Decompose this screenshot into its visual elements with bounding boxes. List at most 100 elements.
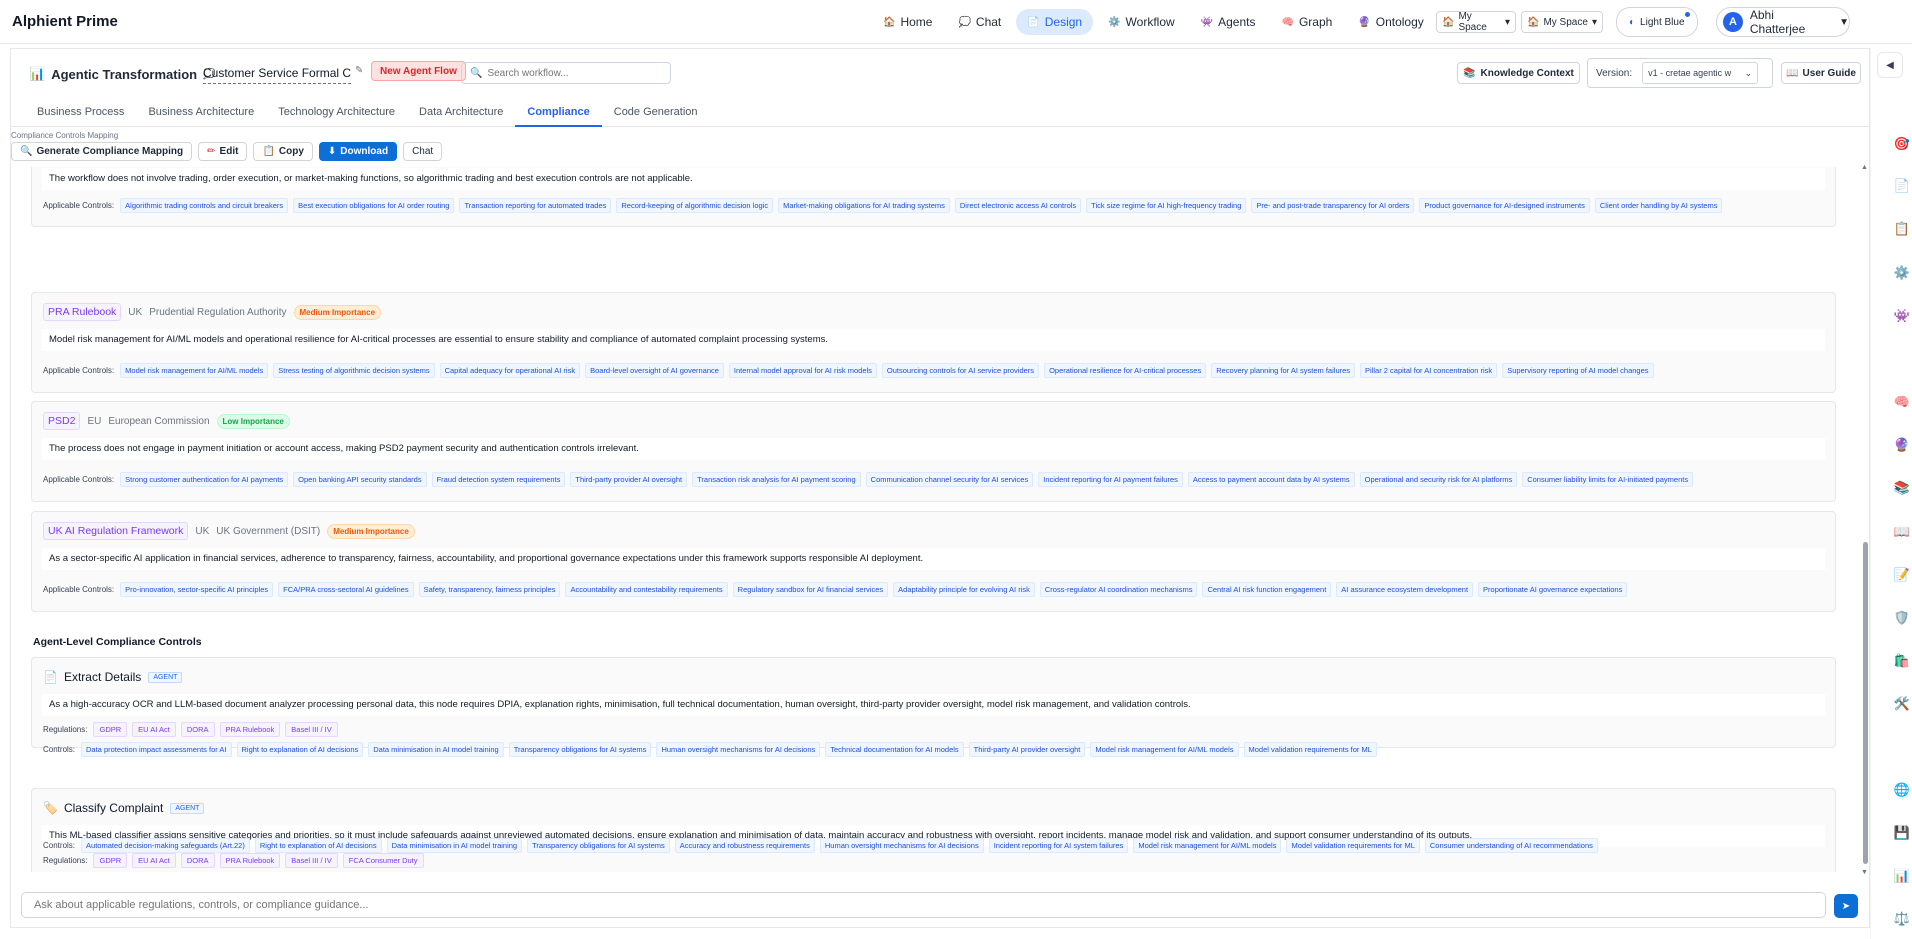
chart-icon[interactable]: 📊 [1893, 867, 1911, 885]
control-chip: Right to explanation of AI decisions [254, 838, 382, 853]
user-guide-button[interactable]: 📖 User Guide [1781, 62, 1861, 84]
control-chip: Regulatory sandbox for AI financial serv… [732, 582, 889, 597]
tag-icon: 🏷️ [43, 801, 58, 815]
search-input[interactable] [487, 67, 668, 79]
gear-icon[interactable]: ⚙️ [1893, 264, 1911, 282]
pencil-icon[interactable]: ✎ [355, 65, 363, 76]
target-icon[interactable]: 🎯 [1893, 135, 1911, 153]
control-chip: Consumer liability limits for AI-initiat… [1522, 472, 1694, 487]
importance-badge: Medium Importance [327, 523, 415, 539]
tools-icon[interactable]: 🛠️ [1893, 695, 1911, 713]
agent-card-extract-details: 📄 Extract Details AGENT As a high-accurac… [31, 657, 1836, 757]
compliance-chat-bar [21, 892, 1826, 918]
collapse-panel-button[interactable]: ◀ [1877, 52, 1903, 78]
clipboard-icon[interactable]: 📋 [1893, 220, 1911, 238]
scroll-up-icon[interactable]: ▲ [1861, 164, 1868, 171]
send-button[interactable]: ➤ [1834, 894, 1858, 918]
copy-button[interactable]: 📋 Copy [253, 142, 313, 161]
compliance-toolbar: 🔍 Generate Compliance Mapping ✏ Edit 📋 Copy… [11, 142, 443, 161]
design-tabs: Business Process Business Architecture T… [11, 97, 1869, 127]
tab-technology-architecture[interactable]: Technology Architecture [266, 97, 407, 127]
workflow-name-input[interactable] [203, 62, 351, 84]
pencil-icon: ✏ [207, 146, 216, 157]
control-chip: Accountability and contestability requir… [565, 582, 728, 597]
agent-badge: AGENT [148, 671, 183, 683]
nav-agents[interactable]: 👾 Agents [1190, 9, 1267, 35]
globe-icon[interactable]: 🌐 [1893, 781, 1911, 799]
control-chip: FCA/PRA cross-sectoral AI guidelines [278, 582, 414, 597]
brand-logo[interactable]: Alphient Prime [12, 13, 118, 30]
regulation-header: PSD2 EU European Commission Low Importan… [43, 412, 290, 430]
theme-toggle[interactable]: ◐ Light Blue [1616, 7, 1698, 37]
version-dropdown[interactable]: v1 - cretae agentic w ⌄ [1642, 62, 1759, 84]
nav-workflow[interactable]: ⚙️ Workflow [1097, 9, 1186, 35]
notification-dot [1684, 11, 1691, 18]
user-menu[interactable]: A Abhi Chatterjee ▼ [1716, 7, 1850, 37]
stack-icon[interactable]: 📚 [1893, 479, 1911, 497]
robot-icon: 👾 [1200, 16, 1214, 28]
main-panel: 📊Agentic Transformation💭 ✎ New Agent Flo… [10, 48, 1870, 928]
crystal-ball-icon[interactable]: 🔮 [1893, 436, 1911, 454]
robot-icon[interactable]: 👾 [1893, 307, 1911, 325]
tab-code-generation[interactable]: Code Generation [602, 97, 710, 127]
space-select-1[interactable]: 🏠 My Space ▾ [1436, 11, 1516, 33]
memo-icon[interactable]: 📝 [1893, 566, 1911, 584]
nav-ontology[interactable]: 🔮 Ontology [1347, 9, 1434, 35]
regulation-tag: Basel III / IV [285, 853, 338, 868]
scale-icon[interactable]: ⚖️ [1893, 910, 1911, 928]
nav-graph[interactable]: 🧠 Graph [1270, 9, 1343, 35]
nav-design[interactable]: 📄 Design [1016, 9, 1094, 35]
book-icon[interactable]: 📖 [1893, 523, 1911, 541]
palette-icon: ◐ [1629, 16, 1636, 28]
workflow-search[interactable]: 🔍 [461, 62, 671, 84]
regulation-card-psd2: PSD2 EU European Commission Low Importan… [31, 401, 1836, 502]
nav-chat[interactable]: 💭 Chat [947, 9, 1012, 35]
control-chip: Incident reporting for AI system failure… [988, 838, 1129, 853]
save-icon[interactable]: 💾 [1893, 824, 1911, 842]
nav-home[interactable]: 🏠 Home [872, 9, 943, 35]
control-chip: Tick size regime for AI high-frequency t… [1086, 198, 1247, 213]
regulation-name: PRA Rulebook [43, 303, 122, 321]
brain-icon: 🧠 [1281, 16, 1294, 28]
control-chip: Right to explanation of AI decisions [236, 742, 364, 757]
content-scrollbar[interactable]: ▲ ▼ [1860, 164, 1870, 879]
regulation-tag: EU AI Act [132, 853, 176, 868]
regulation-header: PRA Rulebook UK Prudential Regulation Au… [43, 303, 382, 321]
document-icon: 📄 [1027, 16, 1040, 28]
bag-icon[interactable]: 🛍️ [1893, 652, 1911, 670]
control-chip: Open banking API security standards [293, 472, 427, 487]
shield-icon[interactable]: 🛡️ [1893, 609, 1911, 627]
book-icon: 📖 [1786, 67, 1799, 79]
brain-icon[interactable]: 🧠 [1893, 393, 1911, 411]
control-chip: Client order handling by AI systems [1594, 198, 1723, 213]
edit-button[interactable]: ✏ Edit [198, 142, 248, 161]
control-chip: Model validation requirements for ML [1286, 838, 1420, 853]
applicable-controls: Applicable Controls: Model risk manageme… [43, 363, 1654, 378]
regulation-description: Model risk management for AI/ML models a… [42, 329, 1825, 351]
tab-business-process[interactable]: Business Process [25, 97, 136, 127]
agent-section-title: Agent-Level Compliance Controls [33, 636, 202, 648]
document-icon[interactable]: 📄 [1893, 177, 1911, 195]
project-title: 📊 Agentic Transformation 💭 [29, 66, 216, 82]
download-button[interactable]: ⬇ Download [318, 142, 398, 161]
scroll-down-icon[interactable]: ▼ [1861, 869, 1868, 876]
gear-icon: ⚙️ [1108, 16, 1121, 28]
download-icon: ⬇ [327, 146, 337, 157]
version-selector: Version: v1 - cretae agentic w ⌄ [1587, 58, 1773, 88]
new-agent-flow-button[interactable]: New Agent Flow [371, 61, 466, 81]
control-chip: Record-keeping of algorithmic decision l… [616, 198, 774, 213]
knowledge-context-button[interactable]: 📚 Knowledge Context [1457, 62, 1580, 84]
space-select-2[interactable]: 🏠 My Space ▾ [1521, 11, 1603, 33]
control-chip: Model validation requirements for ML [1243, 742, 1377, 757]
chat-button[interactable]: Chat [403, 142, 443, 161]
scroll-thumb[interactable] [1863, 542, 1868, 864]
control-chip: Recovery planning for AI system failures [1211, 363, 1356, 378]
tab-business-architecture[interactable]: Business Architecture [136, 97, 266, 127]
tab-compliance[interactable]: Compliance [515, 97, 602, 127]
generate-compliance-button[interactable]: 🔍 Generate Compliance Mapping [11, 142, 193, 161]
tab-data-architecture[interactable]: Data Architecture [407, 97, 515, 127]
applicable-controls: Applicable Controls: Algorithmic trading… [43, 198, 1723, 213]
chat-input[interactable] [34, 899, 1794, 911]
control-chip: Consumer understanding of AI recommendat… [1424, 838, 1598, 853]
compliance-content: The workflow does not involve trading, o… [21, 167, 1859, 872]
